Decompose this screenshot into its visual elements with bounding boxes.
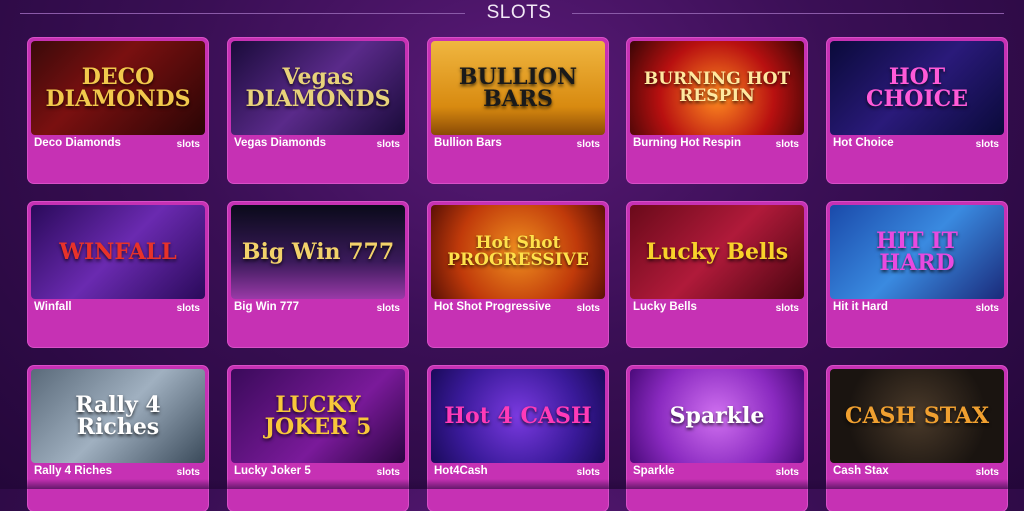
game-logo: BURNING HOT RESPIN <box>643 69 791 106</box>
game-card[interactable]: HIT IT HARD Hit it Hard slots <box>827 202 1007 347</box>
game-thumbnail[interactable]: WINFALL <box>31 205 205 299</box>
game-name[interactable]: Hot4Cash <box>434 465 564 477</box>
game-card[interactable]: CASH STAX Cash Stax slots <box>827 366 1007 511</box>
game-logo: HIT IT HARD <box>876 228 958 276</box>
game-thumbnail[interactable]: Hot 4 CASH <box>431 369 605 463</box>
game-name[interactable]: Bullion Bars <box>434 137 564 149</box>
game-logo: Hot 4 CASH <box>444 403 592 429</box>
game-card[interactable]: Rally 4 Riches Rally 4 Riches slots <box>28 366 208 511</box>
game-thumbnail[interactable]: LUCKY JOKER 5 <box>231 369 405 463</box>
game-thumbnail[interactable]: Vegas DIAMONDS <box>231 41 405 135</box>
game-card[interactable]: LUCKY JOKER 5 Lucky Joker 5 slots <box>228 366 408 511</box>
header-divider-right <box>572 13 1004 14</box>
game-card[interactable]: Vegas DIAMONDS Vegas Diamonds slots <box>228 38 408 183</box>
game-category: slots <box>376 303 400 314</box>
game-thumbnail[interactable]: Hot Shot PROGRESSIVE <box>431 205 605 299</box>
game-card[interactable]: DECO DIAMONDS Deco Diamonds slots <box>28 38 208 183</box>
game-logo: WINFALL <box>59 239 177 265</box>
game-card[interactable]: Hot Shot PROGRESSIVE Hot Shot Progressive… <box>428 202 608 347</box>
header-divider-left <box>20 13 465 14</box>
game-card[interactable]: Lucky Bells Lucky Bells slots <box>627 202 807 347</box>
bottom-fade <box>0 479 1024 489</box>
game-name[interactable]: Big Win 777 <box>234 301 364 313</box>
game-category: slots <box>975 139 999 150</box>
game-category: slots <box>775 139 799 150</box>
game-name[interactable]: Lucky Bells <box>633 301 763 313</box>
section-title: SLOTS <box>486 2 552 23</box>
game-category: slots <box>376 467 400 478</box>
game-category: slots <box>975 467 999 478</box>
game-thumbnail[interactable]: DECO DIAMONDS <box>31 41 205 135</box>
game-name[interactable]: Hot Shot Progressive <box>434 301 564 313</box>
game-logo: LUCKY JOKER 5 <box>264 392 372 440</box>
game-logo: Vegas DIAMONDS <box>245 64 391 112</box>
game-card[interactable]: WINFALL Winfall slots <box>28 202 208 347</box>
game-category: slots <box>576 467 600 478</box>
game-card[interactable]: Big Win 777 Big Win 777 slots <box>228 202 408 347</box>
game-logo: Sparkle <box>669 403 765 429</box>
game-category: slots <box>775 467 799 478</box>
game-card[interactable]: Sparkle Sparkle slots <box>627 366 807 511</box>
game-thumbnail[interactable]: Lucky Bells <box>630 205 804 299</box>
game-category: slots <box>176 139 200 150</box>
game-card[interactable]: BULLION BARS Bullion Bars slots <box>428 38 608 183</box>
section-header: SLOTS <box>0 0 1024 28</box>
game-thumbnail[interactable]: Big Win 777 <box>231 205 405 299</box>
game-category: slots <box>576 303 600 314</box>
game-card[interactable]: Hot 4 CASH Hot4Cash slots <box>428 366 608 511</box>
game-thumbnail[interactable]: Rally 4 Riches <box>31 369 205 463</box>
game-logo: Big Win 777 <box>241 239 395 265</box>
game-logo: Lucky Bells <box>645 239 789 265</box>
game-category: slots <box>376 139 400 150</box>
game-name[interactable]: Sparkle <box>633 465 763 477</box>
game-logo: Rally 4 Riches <box>75 392 161 440</box>
game-logo: DECO DIAMONDS <box>45 64 191 112</box>
game-name[interactable]: Hot Choice <box>833 137 963 149</box>
game-thumbnail[interactable]: HIT IT HARD <box>830 205 1004 299</box>
game-name[interactable]: Rally 4 Riches <box>34 465 164 477</box>
game-logo: Hot Shot PROGRESSIVE <box>447 233 589 270</box>
game-name[interactable]: Deco Diamonds <box>34 137 164 149</box>
game-logo: BULLION BARS <box>458 64 578 112</box>
game-thumbnail[interactable]: BULLION BARS <box>431 41 605 135</box>
game-name[interactable]: Winfall <box>34 301 164 313</box>
game-thumbnail[interactable]: CASH STAX <box>830 369 1004 463</box>
game-thumbnail[interactable]: HOT CHOICE <box>830 41 1004 135</box>
game-card[interactable]: HOT CHOICE Hot Choice slots <box>827 38 1007 183</box>
game-category: slots <box>775 303 799 314</box>
game-card[interactable]: BURNING HOT RESPIN Burning Hot Respin slot… <box>627 38 807 183</box>
game-name[interactable]: Cash Stax <box>833 465 963 477</box>
game-category: slots <box>176 467 200 478</box>
game-name[interactable]: Burning Hot Respin <box>633 137 763 149</box>
game-thumbnail[interactable]: BURNING HOT RESPIN <box>630 41 804 135</box>
game-name[interactable]: Lucky Joker 5 <box>234 465 364 477</box>
game-name[interactable]: Vegas Diamonds <box>234 137 364 149</box>
game-name[interactable]: Hit it Hard <box>833 301 963 313</box>
game-category: slots <box>176 303 200 314</box>
game-thumbnail[interactable]: Sparkle <box>630 369 804 463</box>
game-logo: HOT CHOICE <box>865 64 969 112</box>
game-category: slots <box>975 303 999 314</box>
game-logo: CASH STAX <box>844 403 990 429</box>
game-category: slots <box>576 139 600 150</box>
